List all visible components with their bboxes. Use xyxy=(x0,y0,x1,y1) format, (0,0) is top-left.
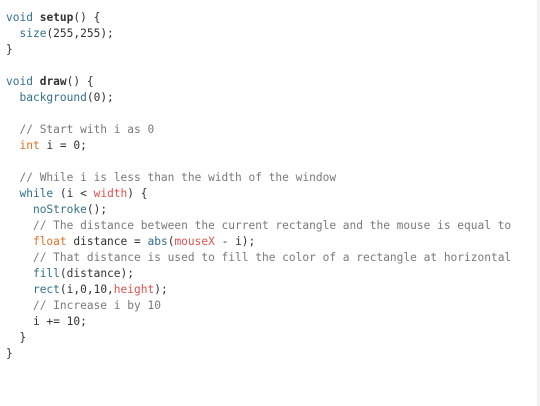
code-line[interactable] xyxy=(6,154,511,170)
code-line[interactable]: } xyxy=(6,42,511,58)
code-token: i += 10; xyxy=(6,315,87,328)
code-line[interactable]: noStroke(); xyxy=(6,202,511,218)
code-line[interactable]: i += 10; xyxy=(6,314,511,330)
code-token: background xyxy=(19,91,87,104)
code-line[interactable]: } xyxy=(6,346,511,362)
code-line[interactable] xyxy=(6,106,511,122)
code-token: void xyxy=(6,11,33,24)
code-line[interactable]: fill(distance); xyxy=(6,266,511,282)
code-line[interactable]: // Increase i by 10 xyxy=(6,298,511,314)
code-token: noStroke xyxy=(32,203,87,216)
code-line[interactable]: rect(i,0,10,height); xyxy=(6,282,511,298)
code-token: // While i is less than the width of the… xyxy=(19,171,337,184)
code-token: - i); xyxy=(214,235,256,248)
code-token: i = 0; xyxy=(39,139,87,152)
code-token: rect xyxy=(32,283,60,296)
code-token: (255,255); xyxy=(46,27,114,40)
code-line[interactable] xyxy=(6,58,511,74)
code-line[interactable]: // That distance is used to fill the col… xyxy=(6,250,511,266)
code-token: (0); xyxy=(86,91,114,104)
code-line[interactable]: void setup() { xyxy=(6,10,511,26)
code-token: } xyxy=(6,347,13,360)
code-token: distance = xyxy=(66,235,148,248)
code-line[interactable]: // Start with i as 0 xyxy=(6,122,511,138)
code-line[interactable]: // The distance between the current rect… xyxy=(6,218,511,234)
code-token: float xyxy=(32,235,67,248)
code-line[interactable]: } xyxy=(6,330,511,346)
code-token: // Start with i as 0 xyxy=(19,123,155,136)
code-token: mouseX xyxy=(174,235,215,248)
code-token: draw xyxy=(39,75,67,88)
code-token: // That distance is used to fill the col… xyxy=(32,251,512,264)
code-token: abs xyxy=(147,235,168,248)
code-line[interactable]: background(0); xyxy=(6,90,511,106)
code-token: fill xyxy=(32,267,60,280)
code-token: (i,0,10, xyxy=(59,283,114,296)
code-token: } xyxy=(6,43,13,56)
code-token: () { xyxy=(66,75,94,88)
code-token: while xyxy=(19,187,54,200)
code-token: size xyxy=(19,27,47,40)
code-token: ); xyxy=(154,283,168,296)
code-token: width xyxy=(93,187,128,200)
code-content[interactable]: void setup() { size(255,255);} void draw… xyxy=(6,10,511,362)
code-line[interactable]: void draw() { xyxy=(6,74,511,90)
code-line[interactable]: size(255,255); xyxy=(6,26,511,42)
code-token: int xyxy=(19,139,40,152)
code-token: (distance); xyxy=(59,267,134,280)
code-line[interactable]: float distance = abs(mouseX - i); xyxy=(6,234,511,250)
code-editor[interactable]: void setup() { size(255,255);} void draw… xyxy=(0,0,540,406)
code-token: ) { xyxy=(127,187,148,200)
code-line[interactable]: // While i is less than the width of the… xyxy=(6,170,511,186)
code-token: setup xyxy=(39,11,74,24)
code-token: height xyxy=(113,283,155,296)
code-line[interactable]: int i = 0; xyxy=(6,138,511,154)
code-line[interactable]: while (i < width) { xyxy=(6,186,511,202)
code-token: (); xyxy=(86,203,108,216)
code-token: // The distance between the current rect… xyxy=(32,219,512,232)
code-token: // Increase i by 10 xyxy=(32,299,161,312)
code-token: } xyxy=(6,331,27,344)
code-token: () { xyxy=(73,11,101,24)
code-token: void xyxy=(6,75,33,88)
code-token: (i < xyxy=(53,187,94,200)
